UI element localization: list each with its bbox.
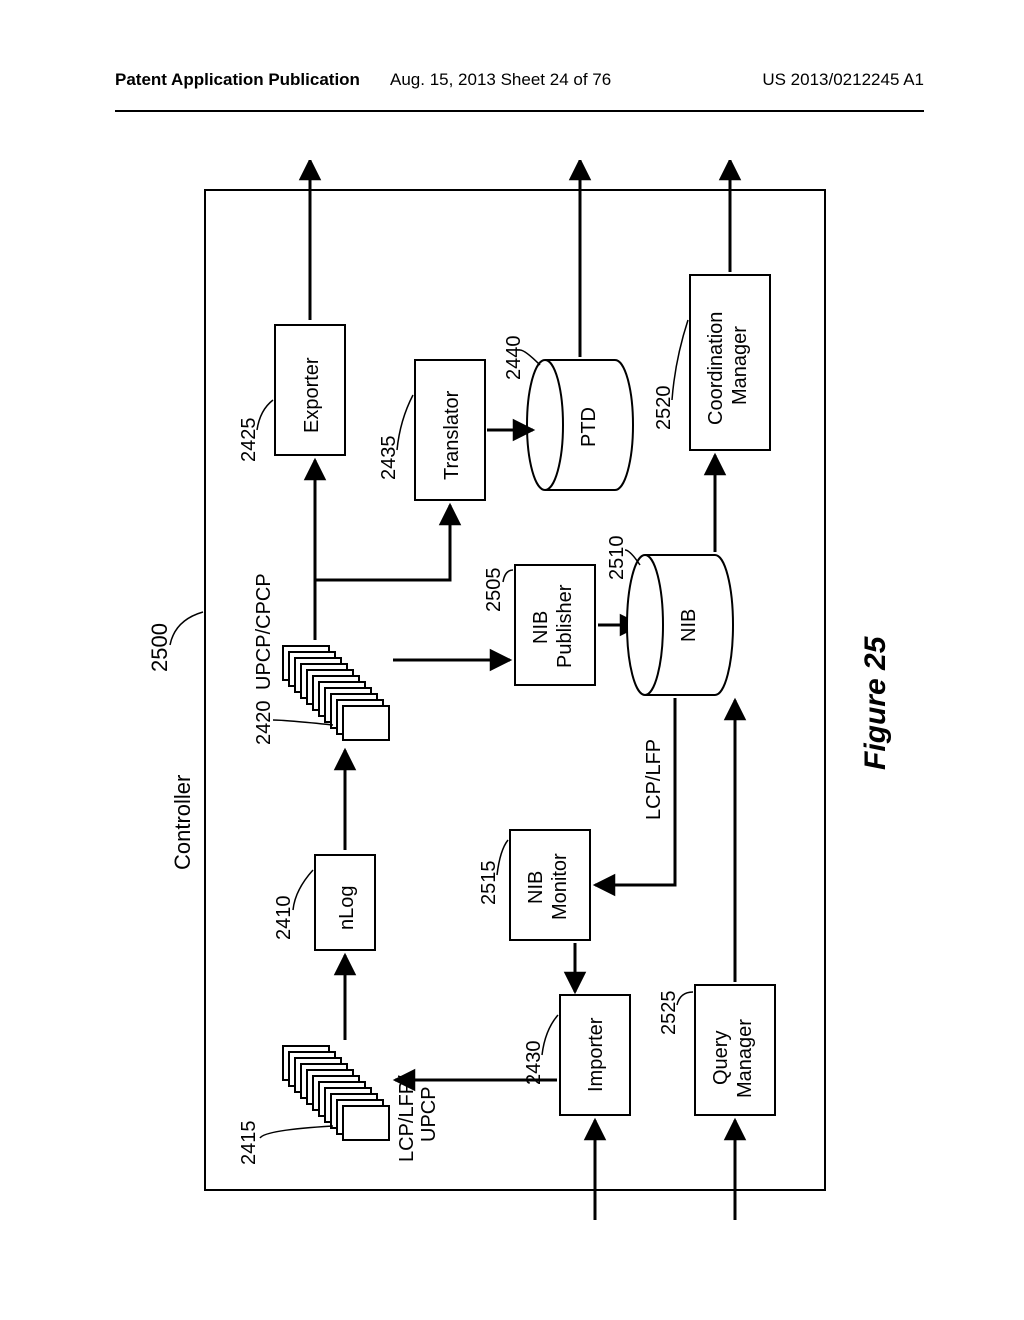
importer-label: Importer [585, 1017, 607, 1092]
nib-label: NIB [678, 609, 700, 642]
nib-publisher-label-l1: NIB [530, 611, 552, 644]
output-stack-label: UPCP/CPCP [253, 573, 275, 690]
figure-caption: Figure 25 [859, 635, 892, 770]
nib-publisher-label-l2: Publisher [554, 584, 576, 668]
coord-manager-label-l1: Coordination [705, 312, 727, 425]
translator-ref: 2435 [378, 436, 400, 481]
exporter-label: Exporter [301, 357, 323, 433]
input-stack-label-l1: LCP/LFP/ [396, 1075, 418, 1162]
query-manager-ref: 2525 [658, 991, 680, 1036]
input-stack-ref: 2415 [238, 1121, 260, 1166]
header-center: Aug. 15, 2013 Sheet 24 of 76 [390, 70, 611, 90]
header-left: Patent Application Publication [115, 70, 360, 90]
header-right: US 2013/0212245 A1 [762, 70, 924, 90]
ptd-label: PTD [578, 407, 600, 447]
nlog-label: nLog [336, 886, 358, 931]
importer-ref: 2430 [523, 1041, 545, 1086]
page-header: Patent Application Publication Aug. 15, … [115, 70, 924, 112]
nib-monitor-ref: 2515 [478, 861, 500, 906]
input-stack-label-l2: UPCP [418, 1086, 440, 1142]
controller-ref: 2500 [147, 623, 172, 672]
lcp-lfp-label: LCP/LFP [643, 739, 665, 820]
query-manager-label-l2: Manager [734, 1019, 756, 1098]
coord-manager-label-l2: Manager [729, 326, 751, 405]
coord-manager-ref: 2520 [653, 386, 675, 431]
ptd-ref: 2440 [503, 336, 525, 381]
controller-label: Controller [170, 775, 195, 870]
translator-label: Translator [441, 390, 463, 480]
query-manager-label-l1: Query [710, 1031, 732, 1085]
figure-25: Controller 2500 2415 LCP/LFP/ UPCP nLog … [115, 160, 915, 1220]
output-stack-ref: 2420 [253, 701, 275, 746]
nib-publisher-ref: 2505 [483, 568, 505, 613]
exporter-ref: 2425 [238, 418, 260, 463]
nib-monitor-label-l2: Monitor [549, 853, 571, 920]
nib-monitor-label-l1: NIB [525, 871, 547, 904]
nib-ref: 2510 [606, 536, 628, 581]
nlog-ref: 2410 [273, 896, 295, 941]
